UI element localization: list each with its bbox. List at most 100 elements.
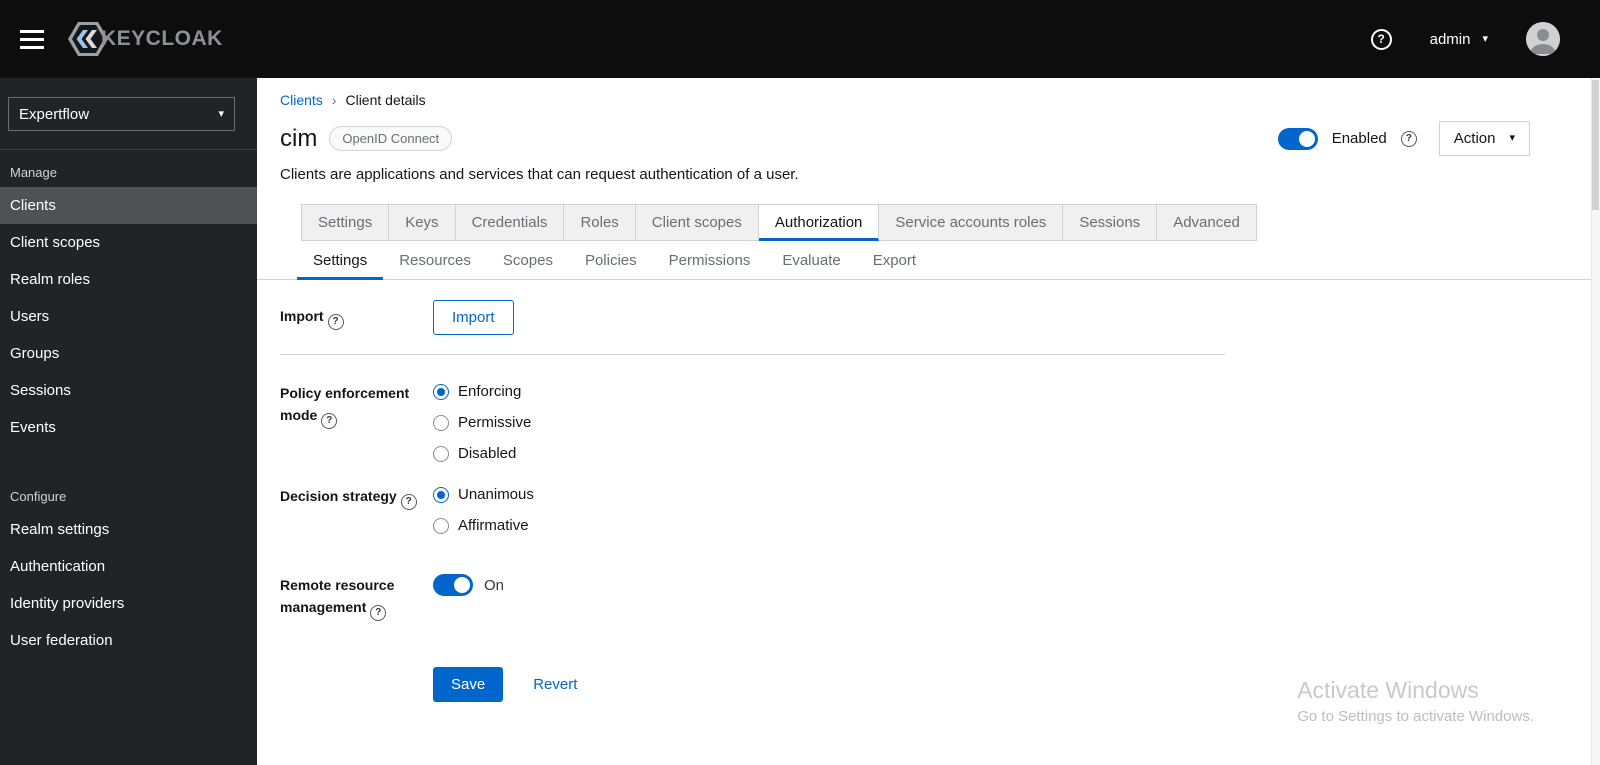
radio-affirmative[interactable]: Affirmative [433,517,534,534]
decision-strategy-label: Decision strategy [280,488,397,504]
realm-name: Expertflow [19,105,90,123]
tab-settings[interactable]: Settings [301,204,390,241]
realm-selector-wrap: Expertflow ▾ [0,78,257,150]
sidebar-item-users[interactable]: Users [0,298,257,335]
field-label-decision-strategy: Decision strategy? [280,485,433,510]
subtab-scopes[interactable]: Scopes [487,241,569,280]
help-icon[interactable]: ? [1370,28,1392,50]
help-icon[interactable]: ? [1400,130,1417,147]
topbar-right: ? admin ▾ [1370,22,1574,56]
sidebar-item-sessions[interactable]: Sessions [0,372,257,409]
revert-link[interactable]: Revert [533,676,577,693]
subtab-export[interactable]: Export [857,241,932,280]
nav-toggle-button[interactable] [10,17,54,61]
chevron-down-icon: ▾ [1482,32,1488,45]
subtab-permissions[interactable]: Permissions [653,241,767,280]
chevron-right-icon: › [331,92,337,108]
subtab-settings[interactable]: Settings [297,241,384,280]
sidebar-item-events[interactable]: Events [0,409,257,446]
radio-label: Unanimous [458,486,534,503]
radio-unchecked-icon [433,445,449,462]
enabled-toggle[interactable] [1277,127,1318,150]
chevron-down-icon: ▾ [218,107,224,120]
radio-unchecked-icon [433,517,449,534]
action-label: Action [1453,130,1496,147]
app-layout: Expertflow ▾ Manage Clients Client scope… [0,78,1600,765]
tab-client-scopes[interactable]: Client scopes [635,204,759,241]
realm-selector[interactable]: Expertflow ▾ [8,97,235,131]
breadcrumb: Clients › Client details [257,92,1600,108]
radio-checked-icon [433,383,449,400]
windows-activation-watermark: Activate Windows Go to Settings to activ… [1297,677,1534,725]
help-icon[interactable]: ? [400,494,417,510]
main-tabs: Settings Keys Credentials Roles Client s… [301,204,1257,241]
enabled-label: Enabled [1331,130,1387,147]
radio-label: Enforcing [458,383,522,400]
sidebar-item-groups[interactable]: Groups [0,335,257,372]
tab-sessions[interactable]: Sessions [1063,204,1158,241]
scrollbar-thumb[interactable] [1592,80,1599,210]
main-content: Clients › Client details cim OpenID Conn… [257,78,1600,765]
sidebar-item-client-scopes[interactable]: Client scopes [0,224,257,261]
radio-unchecked-icon [433,414,449,431]
header-controls: Enabled ? Action ▾ [1277,121,1530,156]
remote-resource-management-row: Remote resource management? On [280,574,1600,621]
help-icon[interactable]: ? [321,413,338,429]
policy-enforcement-radio-group: Enforcing Permissive Disabled [433,382,531,462]
field-label-import: Import? [280,305,433,330]
page-title: cim [280,124,318,152]
watermark-title: Activate Windows [1297,677,1479,703]
avatar[interactable] [1526,22,1560,56]
help-icon[interactable]: ? [327,314,344,330]
authorization-settings-form: Import? Import Policy enforcement mode? … [257,280,1600,702]
sidebar: Expertflow ▾ Manage Clients Client scope… [0,78,257,765]
page-header: cim OpenID Connect Enabled ? Action ▾ [257,108,1600,156]
breadcrumb-clients-link[interactable]: Clients [280,92,323,108]
help-icon[interactable]: ? [370,605,387,621]
remote-resource-management-toggle[interactable] [433,574,473,596]
subtab-resources[interactable]: Resources [383,241,487,280]
breadcrumb-current: Client details [345,92,426,108]
radio-unanimous[interactable]: Unanimous [433,486,534,503]
user-avatar-icon [1526,22,1560,56]
tab-authorization[interactable]: Authorization [758,204,880,241]
action-dropdown[interactable]: Action ▾ [1438,121,1530,156]
toggle-state-label: On [484,576,505,594]
brand-name: KEYCLOAK [101,27,223,50]
vertical-scrollbar[interactable] [1591,78,1600,765]
sidebar-item-realm-settings[interactable]: Realm settings [0,511,257,548]
sidebar-item-realm-roles[interactable]: Realm roles [0,261,257,298]
import-field-row: Import? Import [280,300,1600,335]
radio-label: Affirmative [458,517,529,534]
sidebar-item-identity-providers[interactable]: Identity providers [0,585,257,622]
subtab-evaluate[interactable]: Evaluate [766,241,856,280]
nav-section-title-manage: Manage [10,165,57,180]
topbar-left: KEYCLOAK [10,17,223,61]
import-label: Import [280,308,324,324]
decision-strategy-row: Decision strategy? Unanimous Affirmative [280,485,1600,534]
radio-permissive[interactable]: Permissive [433,414,531,431]
tab-service-accounts-roles[interactable]: Service accounts roles [879,204,1064,241]
watermark-subtitle: Go to Settings to activate Windows. [1297,708,1534,725]
radio-enforcing[interactable]: Enforcing [433,383,531,400]
field-label-remote-resource-management: Remote resource management? [280,574,433,621]
user-name: admin [1429,30,1471,48]
save-button[interactable]: Save [433,667,504,702]
sidebar-item-authentication[interactable]: Authentication [0,548,257,585]
tab-credentials[interactable]: Credentials [455,204,565,241]
page-description: Clients are applications and services th… [280,166,799,183]
tab-roles[interactable]: Roles [564,204,636,241]
subtab-policies[interactable]: Policies [569,241,653,280]
sidebar-item-user-federation[interactable]: User federation [0,622,257,659]
authorization-subtabs: Settings Resources Scopes Policies Permi… [257,241,1600,280]
sidebar-item-clients[interactable]: Clients [0,187,257,224]
radio-disabled[interactable]: Disabled [433,445,531,462]
import-button[interactable]: Import [433,300,514,335]
radio-label: Permissive [458,414,532,431]
divider [280,354,1225,355]
tab-advanced[interactable]: Advanced [1157,204,1257,241]
radio-checked-icon [433,486,449,503]
keycloak-logo[interactable]: KEYCLOAK [68,19,223,59]
tab-keys[interactable]: Keys [389,204,456,241]
user-menu[interactable]: admin ▾ [1430,31,1488,48]
